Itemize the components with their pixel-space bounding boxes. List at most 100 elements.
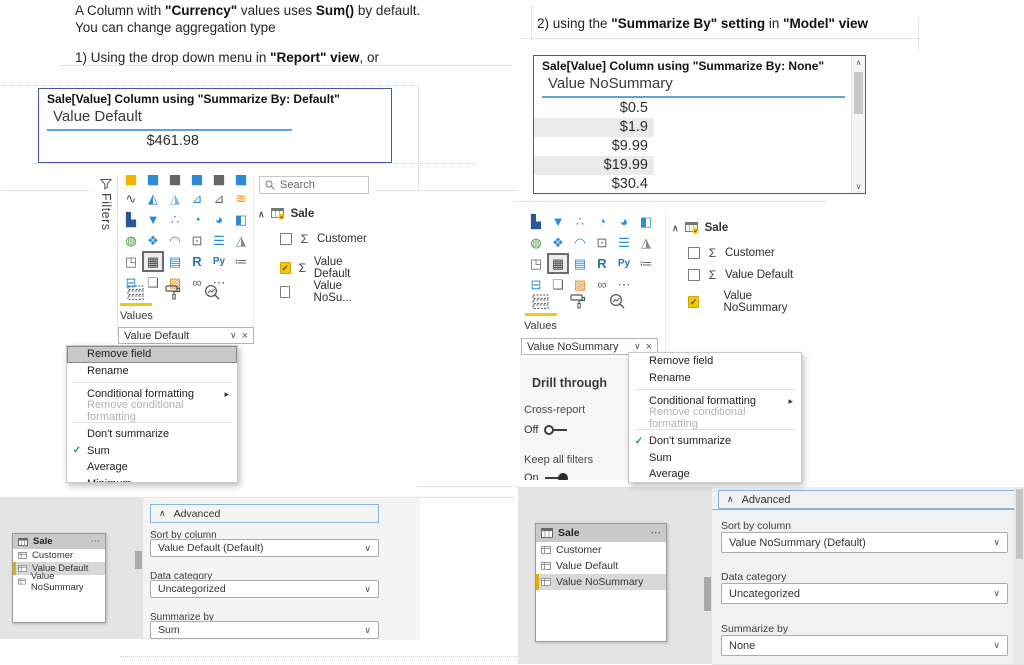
format-tab[interactable] bbox=[156, 284, 190, 305]
filled-map-icon[interactable]: ❖ bbox=[547, 232, 569, 253]
matrix-icon[interactable]: ▦ bbox=[547, 253, 569, 274]
donut-chart-icon[interactable]: ◕ bbox=[208, 209, 230, 230]
field-row-value-default[interactable]: ✓ Σ Value Default bbox=[280, 256, 372, 280]
checkbox-unchecked[interactable] bbox=[688, 247, 700, 259]
more-visuals-icon[interactable]: ⋯ bbox=[613, 274, 635, 295]
data-category-dropdown[interactable]: Uncategorized ∨ bbox=[150, 580, 379, 598]
field-row-value-nosummary[interactable]: Value NoSu... bbox=[280, 280, 372, 304]
scrollbar-thumb[interactable] bbox=[135, 551, 142, 569]
table-visual-icon[interactable]: ▤ bbox=[164, 251, 186, 272]
stacked-bar-icon[interactable]: ▆ bbox=[120, 175, 142, 188]
area-chart-icon[interactable]: ◭ bbox=[142, 188, 164, 209]
power-apps-icon[interactable]: ≔ bbox=[635, 253, 657, 274]
clustered-bar-icon[interactable]: ▆ bbox=[142, 175, 164, 188]
map-icon[interactable]: ◍ bbox=[525, 232, 547, 253]
pie-chart-icon[interactable]: ◔ bbox=[186, 209, 208, 230]
scrollbar-thumb[interactable] bbox=[704, 577, 711, 611]
table-visual-icon[interactable]: ▤ bbox=[569, 253, 591, 274]
model-row-value-nosummary[interactable]: Value NoSummary bbox=[13, 575, 105, 588]
chevron-down-icon[interactable]: ∨ bbox=[230, 330, 237, 341]
format-tab[interactable] bbox=[561, 293, 595, 314]
gauge-icon[interactable]: ◠ bbox=[164, 230, 186, 251]
filters-rail[interactable]: Filters bbox=[95, 175, 118, 335]
summarize-by-dropdown[interactable]: None ∨ bbox=[721, 635, 1008, 656]
ribbon-chart-icon[interactable]: ≋ bbox=[230, 188, 252, 209]
search-input[interactable]: Search bbox=[259, 176, 369, 194]
pct-stacked-bar-icon[interactable]: ▆ bbox=[208, 175, 230, 188]
card-visual-icon[interactable]: ⊡ bbox=[186, 230, 208, 251]
data-category-dropdown[interactable]: Uncategorized ∨ bbox=[721, 583, 1008, 604]
multi-row-card-icon[interactable]: ☰ bbox=[613, 232, 635, 253]
close-icon[interactable]: × bbox=[242, 330, 248, 342]
scroll-down-icon[interactable]: ∨ bbox=[852, 182, 865, 191]
pct-stacked-column-icon[interactable]: ▆ bbox=[230, 175, 252, 188]
treemap-icon[interactable]: ◧ bbox=[635, 213, 657, 232]
model-row-customer[interactable]: Customer bbox=[13, 549, 105, 562]
gauge-icon[interactable]: ◠ bbox=[569, 232, 591, 253]
scatter-chart-icon[interactable]: ∴ bbox=[569, 213, 591, 232]
field-row-value-nosummary[interactable]: ✓ Value NoSummary bbox=[688, 290, 812, 314]
menu-item-dont-summarize[interactable]: Don't summarize bbox=[67, 426, 237, 443]
checkbox-unchecked[interactable] bbox=[688, 269, 700, 281]
table-node-sale[interactable]: ∧ Sale bbox=[258, 208, 314, 220]
model-card-header[interactable]: Sale ⋯ bbox=[536, 524, 666, 542]
pie-chart-icon[interactable]: ◔ bbox=[591, 213, 613, 232]
card-visual-icon[interactable]: ⊡ bbox=[591, 232, 613, 253]
analytics-tab[interactable] bbox=[600, 293, 634, 314]
decomposition-tree-icon[interactable]: ⊟ bbox=[525, 274, 547, 295]
model-table-card[interactable]: Sale ⋯ Customer Value Default Value NoSu… bbox=[535, 523, 667, 642]
waterfall-chart-icon[interactable]: ▙ bbox=[120, 209, 142, 230]
filled-map-icon[interactable]: ❖ bbox=[142, 230, 164, 251]
kpi-icon[interactable]: ◮ bbox=[635, 232, 657, 253]
donut-chart-icon[interactable]: ◕ bbox=[613, 213, 635, 232]
checkbox-unchecked[interactable] bbox=[280, 233, 292, 245]
menu-item-minimum[interactable]: Minimum bbox=[67, 476, 237, 484]
close-icon[interactable]: × bbox=[646, 341, 652, 353]
analytics-tab[interactable] bbox=[195, 284, 229, 305]
keep-all-filters-toggle[interactable]: On bbox=[524, 472, 568, 480]
advanced-section-header[interactable]: ∧ Advanced bbox=[718, 490, 1015, 509]
treemap-icon[interactable]: ◧ bbox=[230, 209, 252, 230]
scrollbar-thumb[interactable] bbox=[854, 72, 863, 114]
menu-item-rename[interactable]: Rename bbox=[67, 363, 237, 380]
sort-by-column-dropdown[interactable]: Value NoSummary (Default) ∨ bbox=[721, 532, 1008, 553]
menu-item-average[interactable]: Average bbox=[67, 459, 237, 476]
field-row-customer[interactable]: Σ Customer bbox=[280, 232, 367, 246]
scrollbar[interactable]: ∧ ∨ bbox=[851, 56, 865, 193]
collapse-icon[interactable]: ∧ bbox=[672, 223, 679, 234]
funnel-chart-icon[interactable]: ▼ bbox=[547, 213, 569, 232]
collapse-icon[interactable]: ∧ bbox=[258, 209, 265, 220]
r-script-icon[interactable]: R bbox=[186, 251, 208, 272]
stacked-column-icon[interactable]: ▆ bbox=[164, 175, 186, 188]
cross-report-toggle[interactable]: Off bbox=[524, 424, 567, 436]
metrics-icon[interactable]: ∞ bbox=[591, 274, 613, 295]
more-icon[interactable]: ⋯ bbox=[651, 527, 662, 539]
line-clustered-column-icon[interactable]: ⊿ bbox=[208, 188, 230, 209]
multi-row-card-icon[interactable]: ☰ bbox=[208, 230, 230, 251]
menu-item-sum[interactable]: Sum bbox=[629, 450, 801, 467]
model-card-header[interactable]: Sale ⋯ bbox=[13, 534, 105, 549]
fields-tab[interactable] bbox=[523, 294, 557, 314]
checkbox-checked[interactable]: ✓ bbox=[280, 262, 291, 274]
table-node-sale[interactable]: ∧ Sale bbox=[672, 222, 728, 234]
model-row-value-default[interactable]: Value Default bbox=[536, 558, 666, 574]
funnel-chart-icon[interactable]: ▼ bbox=[142, 209, 164, 230]
python-script-icon[interactable]: Py bbox=[208, 251, 230, 272]
model-table-card[interactable]: Sale ⋯ Customer Value Default Value NoSu… bbox=[12, 533, 106, 623]
matrix-icon[interactable]: ▦ bbox=[142, 251, 164, 272]
waterfall-chart-icon[interactable]: ▙ bbox=[525, 213, 547, 232]
summarize-by-dropdown[interactable]: Sum ∨ bbox=[150, 621, 379, 639]
field-row-value-default[interactable]: Σ Value Default bbox=[688, 268, 793, 282]
line-chart-icon[interactable]: ∿ bbox=[120, 188, 142, 209]
advanced-section-header[interactable]: ∧ Advanced bbox=[150, 504, 379, 523]
map-icon[interactable]: ◍ bbox=[120, 230, 142, 251]
power-apps-icon[interactable]: ≔ bbox=[230, 251, 252, 272]
menu-item-remove-field[interactable]: Remove field bbox=[67, 346, 237, 363]
field-row-customer[interactable]: Σ Customer bbox=[688, 246, 775, 260]
menu-item-sum[interactable]: ✓Sum bbox=[67, 443, 237, 460]
model-row-customer[interactable]: Customer bbox=[536, 542, 666, 558]
qa-visual-icon[interactable]: ❏ bbox=[547, 274, 569, 295]
paginated-report-icon[interactable]: ▨ bbox=[569, 274, 591, 295]
field-well-left[interactable]: Value Default ∨ × bbox=[118, 327, 254, 344]
kpi-icon[interactable]: ◮ bbox=[230, 230, 252, 251]
